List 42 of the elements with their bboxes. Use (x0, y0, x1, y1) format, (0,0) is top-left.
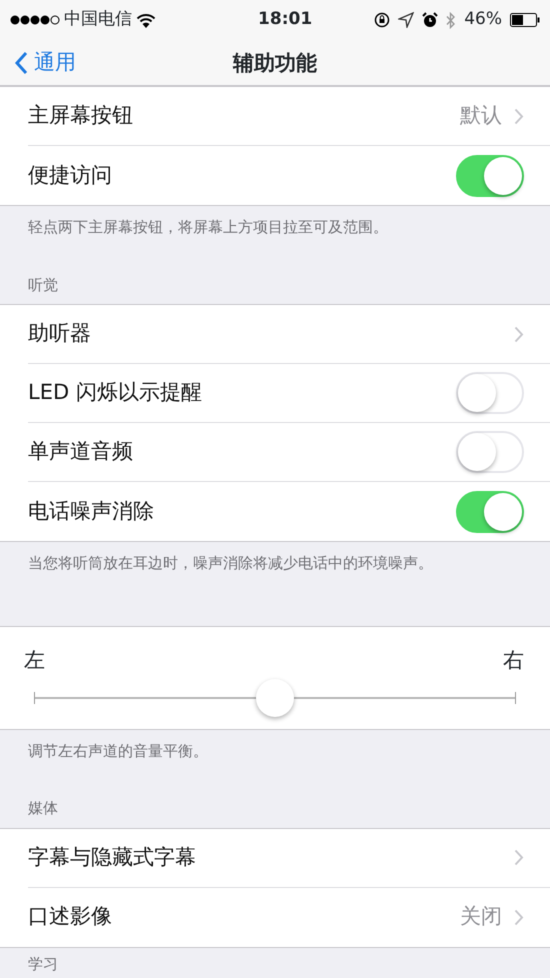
row-label: 口述影像 (28, 903, 113, 930)
chevron-left-icon (14, 51, 28, 75)
left-label: 左 (24, 647, 45, 674)
back-button[interactable]: 通用 (0, 40, 76, 86)
row-label: 字幕与隐藏式字幕 (28, 844, 197, 871)
row-label: 便捷访问 (28, 162, 113, 189)
row-label: 单声道音频 (28, 438, 134, 466)
row-label: LED 闪烁以示提醒 (28, 379, 203, 406)
battery-percent: 46% (464, 8, 502, 32)
signal-icon (10, 15, 60, 25)
section-header: 媒体 (27, 798, 59, 819)
alarm-icon (422, 12, 438, 28)
status-time: 18:01 (257, 8, 314, 32)
row-value: 关闭 (460, 903, 502, 930)
carrier-name: 中国电信 (64, 8, 132, 32)
nav-title: 辅助功能 (233, 50, 317, 77)
right-label: 右 (503, 647, 524, 674)
row-label: 助听器 (28, 320, 92, 348)
settings-row[interactable]: 口述影像 关闭 (28, 888, 550, 946)
settings-row[interactable]: 主屏幕按钮 默认 (28, 87, 550, 146)
section-header: 学习 (27, 954, 59, 975)
chevron-right-icon (514, 849, 524, 866)
chevron-right-icon (514, 108, 524, 124)
toggle-switch[interactable] (456, 490, 524, 532)
row-value: 默认 (460, 102, 502, 130)
section-header: 听觉 (27, 274, 59, 296)
row-label: 主屏幕按钮 (28, 102, 134, 130)
rotation-lock-icon (374, 12, 390, 28)
slider-thumb[interactable] (256, 678, 294, 716)
wifi-icon (136, 12, 156, 28)
toggle-switch[interactable] (456, 154, 524, 196)
section-footer: 当您将听筒放在耳边时，噪声消除将减少电话中的环境噪声。 (0, 542, 550, 604)
section-footer: 轻点两下主屏幕按钮，将屏幕上方项目拉至可及范围。 (0, 206, 550, 268)
chevron-right-icon (514, 908, 524, 926)
location-icon (398, 12, 414, 28)
bluetooth-icon (446, 12, 456, 28)
row-label: 电话噪声消除 (28, 498, 155, 525)
battery-icon (510, 13, 540, 27)
settings-row[interactable]: 助听器 (28, 305, 550, 364)
chevron-right-icon (514, 326, 524, 342)
settings-row[interactable]: 字幕与隐藏式字幕 (28, 828, 550, 888)
section-footer: 调节左右声道的音量平衡。 (0, 730, 550, 792)
